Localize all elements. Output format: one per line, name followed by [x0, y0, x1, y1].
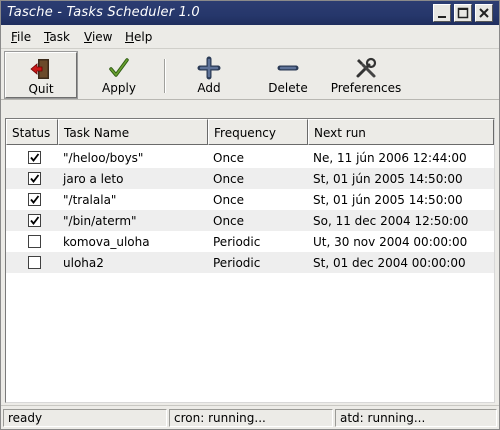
- plus-icon: [197, 56, 221, 80]
- menu-help[interactable]: Help: [125, 30, 152, 44]
- frequency-cell: Once: [213, 151, 245, 165]
- frequency-cell: Once: [213, 214, 245, 228]
- task-name-cell: "/bin/aterm": [63, 214, 137, 228]
- next-run-cell: So, 11 dec 2004 12:50:00: [313, 214, 469, 228]
- next-run-cell: St, 01 jún 2005 14:50:00: [313, 193, 463, 207]
- status-state: ready: [3, 409, 167, 427]
- status-checkbox[interactable]: [28, 151, 41, 164]
- next-run-cell: Ne, 11 jún 2006 12:44:00: [313, 151, 467, 165]
- table-row[interactable]: komova_uloha Periodic Ut, 30 nov 2004 00:0…: [6, 231, 494, 252]
- maximize-button[interactable]: [454, 4, 472, 22]
- add-label: Add: [197, 81, 221, 95]
- table-row[interactable]: "/bin/aterm" Once So, 11 dec 2004 12:50:00: [6, 210, 494, 231]
- menu-file-label: ile: [17, 30, 32, 44]
- table-row[interactable]: "/heloo/boys" Once Ne, 11 jún 2006 12:44:0…: [6, 147, 494, 168]
- title-bar[interactable]: Tasche - Tasks Scheduler 1.0: [1, 1, 499, 25]
- menu-task[interactable]: Task: [44, 30, 70, 44]
- status-cron-text: cron: running...: [174, 411, 266, 425]
- check-mark-icon: [30, 195, 40, 204]
- next-run-cell: St, 01 jún 2005 14:50:00: [313, 172, 463, 186]
- frequency-cell: Once: [213, 172, 245, 186]
- next-run-cell: St, 01 dec 2004 00:00:00: [313, 256, 466, 270]
- delete-label: Delete: [268, 81, 308, 95]
- status-checkbox[interactable]: [28, 172, 41, 185]
- task-list[interactable]: Status Task Name Frequency Next run "/he…: [5, 118, 495, 403]
- status-cron: cron: running...: [169, 409, 333, 427]
- frequency-cell: Periodic: [213, 235, 261, 249]
- menu-help-label: elp: [134, 30, 153, 44]
- delete-button[interactable]: Delete: [252, 52, 324, 98]
- app-window: Tasche - Tasks Scheduler 1.0 File Task V…: [0, 0, 500, 430]
- menu-view-mnemonic: V: [84, 30, 92, 44]
- column-header-frequency[interactable]: Frequency: [208, 119, 308, 145]
- status-checkbox[interactable]: [28, 214, 41, 227]
- column-header-frequency-label: Frequency: [214, 126, 276, 140]
- status-bar: ready cron: running... atd: running...: [1, 405, 499, 429]
- toolbar-separator: [164, 59, 166, 93]
- check-mark-icon: [30, 153, 40, 162]
- checkmark-icon: [109, 58, 129, 77]
- task-name-cell: "/tralala": [63, 193, 117, 207]
- toolbar: Quit Apply Add Delete Preferences: [1, 50, 499, 100]
- column-header-task-name-label: Task Name: [64, 126, 130, 140]
- status-checkbox[interactable]: [28, 193, 41, 206]
- task-name-cell: "/heloo/boys": [63, 151, 144, 165]
- exit-door-icon: [30, 59, 49, 79]
- frequency-cell: Periodic: [213, 256, 261, 270]
- status-state-text: ready: [8, 411, 43, 425]
- window-title: Tasche - Tasks Scheduler 1.0: [7, 5, 200, 20]
- check-mark-icon: [30, 174, 40, 183]
- menu-view-label: iew: [91, 30, 113, 44]
- table-row[interactable]: "/tralala" Once St, 01 jún 2005 14:50:00: [6, 189, 494, 210]
- menu-file[interactable]: File: [11, 30, 31, 44]
- task-name-cell: uloha2: [63, 256, 104, 270]
- check-mark-icon: [30, 216, 40, 225]
- status-atd-text: atd: running...: [340, 411, 426, 425]
- task-name-cell: komova_uloha: [63, 235, 150, 249]
- column-header-next-run-label: Next run: [314, 126, 366, 140]
- table-row[interactable]: uloha2 Periodic St, 01 dec 2004 00:00:00: [6, 252, 494, 273]
- column-header-task-name[interactable]: Task Name: [58, 119, 208, 145]
- minus-icon: [277, 65, 299, 71]
- minimize-button[interactable]: [433, 4, 451, 22]
- menu-help-mnemonic: H: [125, 30, 135, 44]
- menu-bar: File Task View Help: [1, 25, 499, 49]
- apply-button[interactable]: Apply: [83, 52, 155, 98]
- column-header-status-label: Status: [12, 126, 51, 140]
- menu-task-label: ask: [49, 30, 70, 44]
- next-run-cell: Ut, 30 nov 2004 00:00:00: [313, 235, 468, 249]
- frequency-cell: Once: [213, 193, 245, 207]
- minimize-icon: [438, 16, 446, 18]
- quit-label: Quit: [28, 82, 54, 96]
- maximize-icon: [457, 7, 469, 19]
- quit-button[interactable]: Quit: [4, 51, 78, 99]
- status-checkbox[interactable]: [28, 235, 41, 248]
- preferences-label: Preferences: [330, 81, 402, 95]
- table-row[interactable]: jaro a leto Once St, 01 jún 2005 14:50:00: [6, 168, 494, 189]
- column-header-next-run[interactable]: Next run: [308, 119, 494, 145]
- menu-view[interactable]: View: [84, 30, 112, 44]
- column-header-status[interactable]: Status: [6, 119, 58, 145]
- task-name-cell: jaro a leto: [63, 172, 124, 186]
- tools-icon: [356, 57, 377, 78]
- add-button[interactable]: Add: [173, 52, 245, 98]
- close-icon: [479, 8, 489, 18]
- status-atd: atd: running...: [335, 409, 497, 427]
- apply-label: Apply: [102, 81, 136, 95]
- close-button[interactable]: [475, 4, 493, 22]
- status-checkbox[interactable]: [28, 256, 41, 269]
- preferences-button[interactable]: Preferences: [326, 52, 406, 98]
